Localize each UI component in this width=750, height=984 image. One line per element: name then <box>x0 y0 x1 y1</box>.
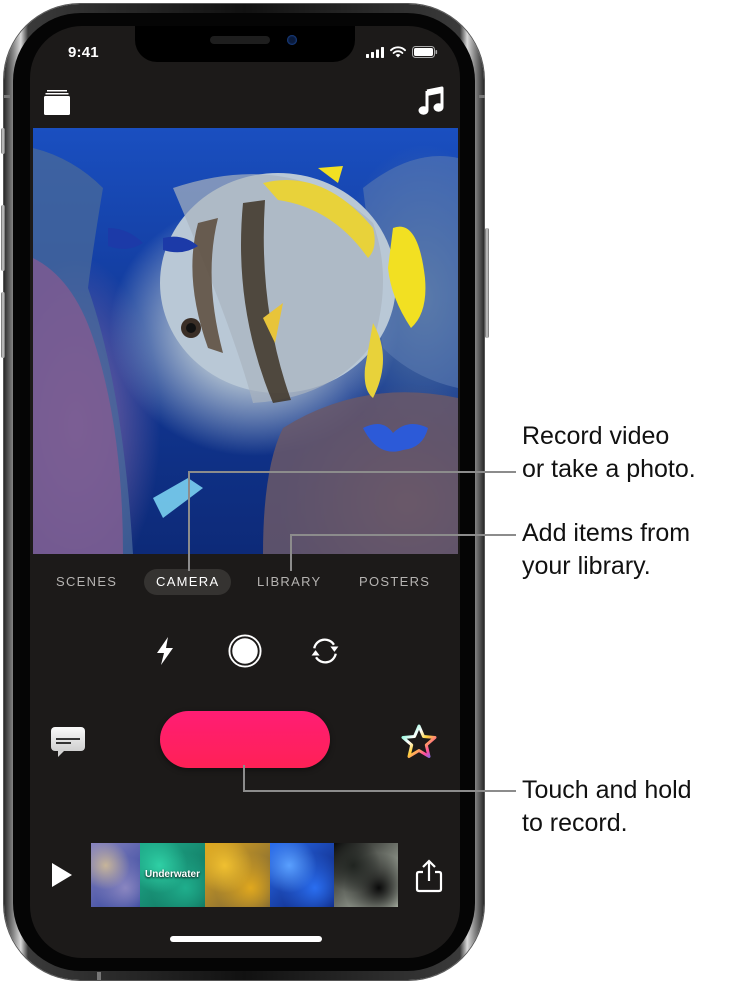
viewfinder-scene <box>33 148 458 554</box>
play-button[interactable] <box>50 862 76 890</box>
antenna-band <box>97 972 101 980</box>
app-screen: 9:41 SCENES CAMERA LIBRARY POSTERS Under… <box>30 26 460 958</box>
volume-up-button <box>1 205 5 271</box>
callout-line <box>290 534 516 536</box>
play-icon <box>52 863 72 887</box>
clip-timeline: Underwater <box>91 843 398 907</box>
status-icons <box>366 46 438 58</box>
earpiece-speaker <box>210 36 270 44</box>
record-button[interactable] <box>160 711 330 768</box>
effects-star-icon <box>401 724 437 758</box>
mode-tabs: SCENES CAMERA LIBRARY POSTERS <box>30 569 460 599</box>
share-button[interactable] <box>414 859 444 893</box>
callout-add-from-library: Add items from your library. <box>522 519 691 580</box>
callout-line <box>290 534 292 571</box>
side-button <box>485 228 489 338</box>
cellular-signal-icon <box>366 46 384 58</box>
soundtrack-button[interactable] <box>418 86 444 116</box>
camera-viewfinder[interactable] <box>33 128 458 554</box>
flip-camera-button[interactable] <box>308 634 342 668</box>
projects-stack-icon <box>44 90 70 115</box>
home-indicator[interactable] <box>170 936 322 942</box>
callout-touch-hold-record: Touch and hold to record. <box>522 776 692 837</box>
silent-switch <box>1 128 5 154</box>
live-titles-button[interactable] <box>50 726 86 760</box>
tab-library[interactable]: LIBRARY <box>257 569 322 595</box>
callout-line <box>188 471 516 473</box>
photo-shutter-icon <box>228 634 262 668</box>
callout-record-or-photo: Record video or take a photo. <box>522 422 696 483</box>
live-titles-icon <box>51 727 85 757</box>
status-time: 9:41 <box>68 44 99 61</box>
tab-posters[interactable]: POSTERS <box>359 569 430 595</box>
music-note-icon <box>418 86 444 115</box>
projects-button[interactable] <box>44 88 70 116</box>
tab-scenes[interactable]: SCENES <box>56 569 117 595</box>
callout-line <box>243 790 516 792</box>
callout-line <box>188 471 190 571</box>
volume-down-button <box>1 292 5 358</box>
clip-thumbnail[interactable]: Underwater <box>140 843 205 907</box>
flash-icon <box>157 637 173 665</box>
antenna-band <box>479 95 485 98</box>
clip-thumbnail[interactable] <box>334 843 398 907</box>
photo-shutter-button[interactable] <box>228 634 262 668</box>
clip-thumbnail[interactable] <box>91 843 140 907</box>
effects-button[interactable] <box>400 723 438 761</box>
battery-icon <box>412 46 438 58</box>
front-camera <box>287 35 297 45</box>
callout-line <box>243 765 245 792</box>
clip-thumbnail[interactable] <box>270 843 334 907</box>
wifi-icon <box>390 46 406 58</box>
clip-thumbnail[interactable] <box>205 843 270 907</box>
tab-camera[interactable]: CAMERA <box>144 569 232 595</box>
notch <box>135 26 355 62</box>
flash-button[interactable] <box>148 634 182 668</box>
clip-title: Underwater <box>144 869 200 880</box>
share-icon <box>415 859 443 893</box>
flip-camera-icon <box>311 638 339 664</box>
antenna-band <box>4 95 10 98</box>
